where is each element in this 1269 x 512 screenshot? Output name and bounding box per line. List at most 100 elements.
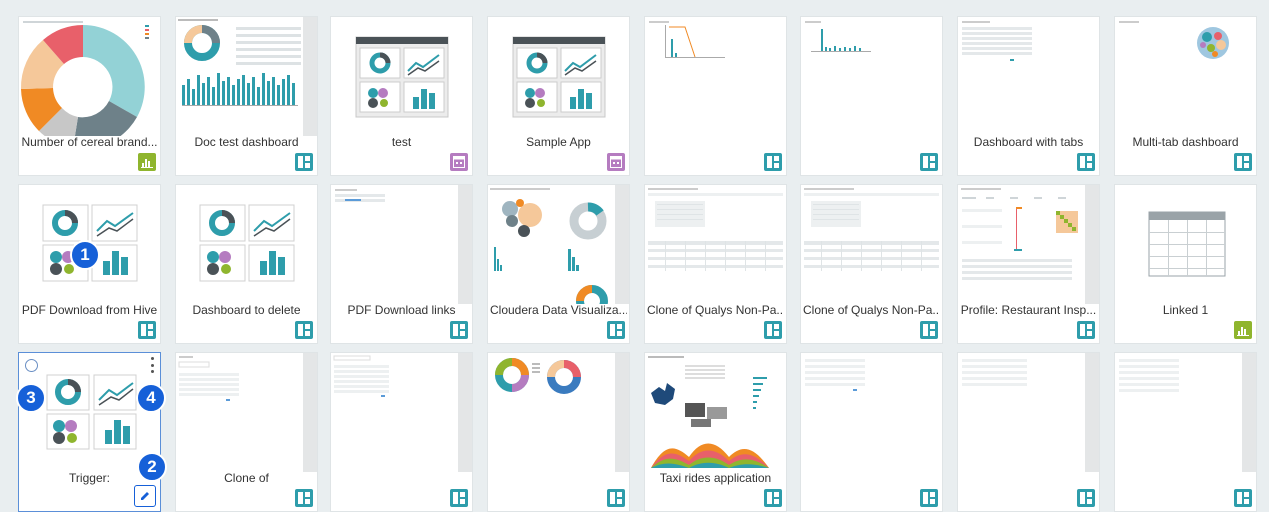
dashboard-thumbnail [648, 356, 769, 468]
select-checkbox[interactable] [25, 359, 38, 372]
card-title[interactable]: Linked 1 [1117, 303, 1254, 317]
card-title[interactable]: Dashboard to delete [178, 303, 315, 317]
dashboard-icon [764, 321, 782, 339]
dashboard-card[interactable] [487, 352, 630, 512]
dashboard-card[interactable]: test [330, 16, 473, 176]
dashboard-thumbnail [961, 188, 1078, 280]
app-thumbnail [512, 36, 606, 118]
dashboard-card[interactable]: Cloudera Data Visualiza... [487, 184, 630, 344]
dashboard-card[interactable]: Multi-tab dashboard [1114, 16, 1257, 176]
dashboard-icon [607, 489, 625, 507]
app-icon [450, 153, 468, 171]
card-thumbnail [176, 185, 317, 304]
dashboard-card[interactable]: Dashboard to delete [175, 184, 318, 344]
dashboard-card[interactable]: Sample App [487, 16, 630, 176]
dashboard-thumbnail [335, 189, 385, 202]
card-thumbnail [488, 353, 629, 472]
dashboard-icon [295, 321, 313, 339]
dashboard-icon [920, 321, 938, 339]
default-dashboard-thumbnail [199, 204, 295, 282]
card-thumbnail [801, 185, 942, 304]
dashboard-card[interactable] [1114, 352, 1257, 512]
table-dashboard-thumbnail [648, 188, 783, 271]
dashboard-card[interactable]: Number of cereal brand... [18, 16, 161, 176]
card-title[interactable]: PDF Download from Hive [21, 303, 158, 317]
callout-badge-3: 3 [16, 383, 46, 413]
card-thumbnail [958, 17, 1099, 136]
card-title[interactable]: Profile: Restaurant Insp... [960, 303, 1097, 317]
dashboard-icon [1234, 153, 1252, 171]
card-title[interactable]: PDF Download links [333, 303, 470, 317]
thumbnail-margin [615, 353, 629, 472]
dashboard-card[interactable] [800, 16, 943, 176]
dashboard-card[interactable] [800, 352, 943, 512]
card-title[interactable]: Clone of Qualys Non-Pa... [647, 303, 784, 317]
card-thumbnail [645, 353, 786, 472]
card-thumbnail [801, 353, 942, 472]
card-title[interactable]: Cloudera Data Visualiza... [490, 303, 627, 317]
dashboard-icon [607, 321, 625, 339]
dashboard-card[interactable]: Profile: Restaurant Insp... [957, 184, 1100, 344]
app-icon [607, 153, 625, 171]
dashboard-card[interactable] [957, 352, 1100, 512]
pencil-icon [141, 492, 149, 500]
dashboard-icon [764, 489, 782, 507]
dashboard-icon [764, 153, 782, 171]
dashboard-card[interactable] [330, 352, 473, 512]
card-title[interactable]: Dashboard with tabs [960, 135, 1097, 149]
dashboard-thumbnail [178, 19, 301, 106]
card-thumbnail [645, 17, 786, 136]
dashboard-icon [450, 489, 468, 507]
card-thumbnail [331, 185, 472, 304]
dashboard-icon [920, 153, 938, 171]
app-thumbnail [355, 36, 449, 118]
dashboard-icon [295, 489, 313, 507]
dashboard-thumbnail [962, 21, 1032, 61]
dashboard-card[interactable]: Clone of Qualys Non-Pa... [644, 184, 787, 344]
dashboard-card[interactable]: PDF Download links [330, 184, 473, 344]
dashboard-gallery: { "colors":{"teal":"#2e9dab","green":"#8… [0, 0, 1269, 512]
dashboard-icon [1077, 489, 1095, 507]
dashboard-icon [920, 489, 938, 507]
dashboard-icon [1077, 321, 1095, 339]
dashboard-icon [450, 321, 468, 339]
edit-button[interactable] [134, 485, 156, 507]
card-title[interactable]: Multi-tab dashboard [1117, 135, 1254, 149]
dashboard-card[interactable]: Clone of [175, 352, 318, 512]
card-thumbnail [488, 185, 629, 304]
thumbnail-margin [615, 185, 629, 304]
card-title[interactable]: Doc test dashboard [178, 135, 315, 149]
card-thumbnail [1115, 17, 1256, 136]
card-thumbnail [958, 353, 1099, 472]
card-title[interactable]: Number of cereal brand... [21, 135, 158, 149]
dashboard-card[interactable]: Clone of Qualys Non-Pa... [800, 184, 943, 344]
card-thumbnail [331, 353, 472, 472]
dashboard-icon [138, 321, 156, 339]
table-dashboard-thumbnail [804, 188, 939, 271]
card-thumbnail [645, 185, 786, 304]
callout-badge-1: 1 [70, 240, 100, 270]
callout-badge-2: 2 [137, 452, 167, 482]
dashboard-card-selected[interactable]: Trigger: [18, 352, 161, 512]
table-dashboard-thumbnail [333, 355, 389, 397]
card-title[interactable]: Taxi rides application [647, 471, 784, 485]
dashboard-thumbnail [495, 358, 581, 394]
more-options-icon[interactable] [148, 357, 156, 373]
card-thumbnail [1115, 185, 1256, 304]
thumbnail-margin [1085, 185, 1099, 304]
dashboard-card[interactable]: Linked 1 [1114, 184, 1257, 344]
thumbnail-margin [303, 353, 317, 472]
card-title[interactable]: Clone of Qualys Non-Pa... [803, 303, 940, 317]
card-title[interactable]: Clone of [178, 471, 315, 485]
dashboard-card[interactable]: Doc test dashboard [175, 16, 318, 176]
table-dashboard-thumbnail [962, 359, 1027, 386]
card-thumbnail [331, 17, 472, 136]
donut-chart-thumbnail [20, 21, 149, 136]
dashboard-card[interactable]: Taxi rides application [644, 352, 787, 512]
card-thumbnail [176, 353, 317, 472]
card-thumbnail [19, 17, 160, 136]
card-title[interactable]: Sample App [490, 135, 627, 149]
dashboard-card[interactable]: Dashboard with tabs [957, 16, 1100, 176]
dashboard-card[interactable] [644, 16, 787, 176]
card-title[interactable]: test [333, 135, 470, 149]
